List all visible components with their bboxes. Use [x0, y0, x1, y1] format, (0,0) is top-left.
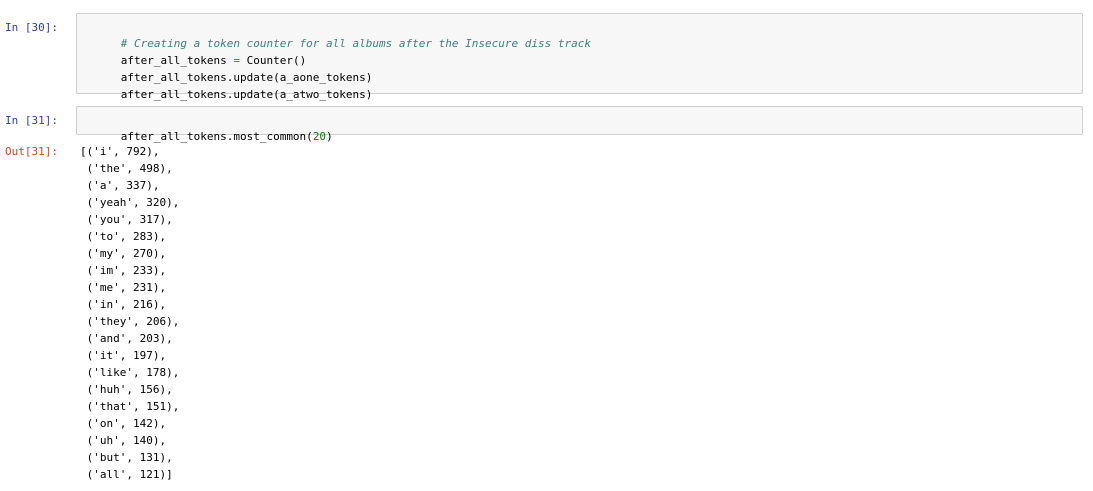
code-cell-31[interactable]: In [31]: after_all_tokens.most_common(20…	[0, 106, 1093, 143]
code-operator: =	[233, 54, 240, 67]
output-line: ('me', 231),	[80, 281, 167, 294]
output-line: ('you', 317),	[80, 213, 173, 226]
code-token: after_all_tokens	[120, 54, 234, 67]
code-cell-30[interactable]: In [30]: # Creating a token counter for …	[0, 13, 1093, 101]
output-line: ('on', 142),	[80, 417, 167, 430]
output-line: ('in', 216),	[80, 298, 167, 311]
output-line: ('like', 178),	[80, 366, 180, 379]
output-text: [('i', 792), ('the', 498), ('a', 337), (…	[80, 143, 1080, 483]
input-prompt-31: In [31]:	[5, 114, 58, 127]
code-token: after_all_tokens.most_common(	[120, 130, 313, 143]
output-line: ('the', 498),	[80, 162, 173, 175]
output-line: ('huh', 156),	[80, 383, 173, 396]
output-line: ('they', 206),	[80, 315, 180, 328]
output-line: ('all', 121)]	[80, 468, 173, 481]
code-token: Counter()	[239, 54, 307, 67]
code-comment: # Creating a token counter for all album…	[120, 37, 591, 50]
code-token: after_all_tokens.update(a_atwo_tokens)	[120, 88, 373, 101]
output-line: ('im', 233),	[80, 264, 167, 277]
output-prompt-31: Out[31]:	[5, 145, 58, 158]
output-line: ('my', 270),	[80, 247, 167, 260]
code-line: after_all_tokens.most_common(20)	[81, 111, 1078, 143]
code-input-31[interactable]: after_all_tokens.most_common(20)	[76, 106, 1083, 143]
output-line: ('a', 337),	[80, 179, 160, 192]
output-line: [('i', 792),	[80, 145, 160, 158]
output-line: ('uh', 140),	[80, 434, 167, 447]
code-line: # Creating a token counter for all album…	[81, 18, 1078, 50]
code-token: after_all_tokens.update(a_aone_tokens)	[120, 71, 373, 84]
input-prompt-30: In [30]:	[5, 21, 58, 34]
output-line: ('that', 151),	[80, 400, 180, 413]
output-line: ('yeah', 320),	[80, 196, 180, 209]
output-line: ('but', 131),	[80, 451, 173, 464]
output-cell-31: Out[31]: [('i', 792), ('the', 498), ('a'…	[0, 143, 1093, 488]
output-line: ('and', 203),	[80, 332, 173, 345]
output-line: ('to', 283),	[80, 230, 167, 243]
output-line: ('it', 197),	[80, 349, 167, 362]
code-token: )	[326, 130, 333, 143]
code-input-30[interactable]: # Creating a token counter for all album…	[76, 13, 1083, 101]
code-number: 20	[312, 130, 327, 143]
